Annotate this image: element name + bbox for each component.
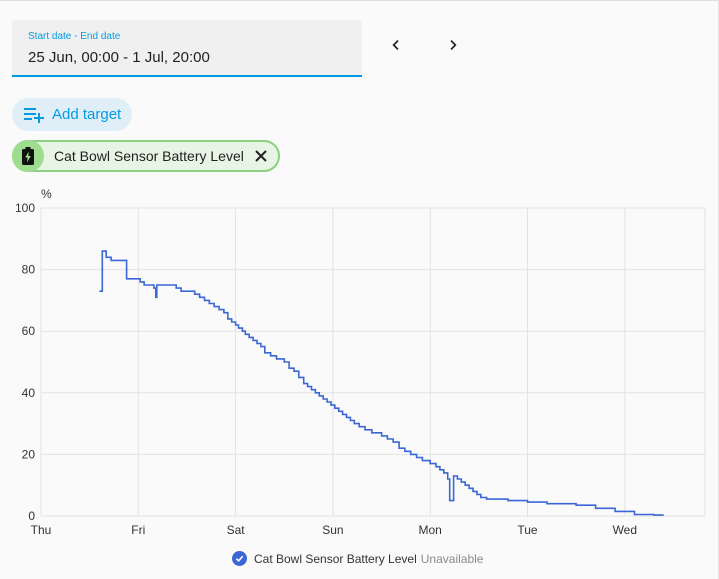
check-circle-icon (232, 551, 247, 566)
y-tick-label: 40 (22, 386, 36, 400)
close-icon (255, 150, 267, 162)
legend-series-name: Cat Bowl Sensor Battery Level (254, 551, 417, 566)
x-tick-label: Sun (322, 523, 343, 537)
y-tick-label: 60 (22, 324, 36, 338)
history-panel: Start date - End date 25 Jun, 00:00 - 1 … (0, 0, 719, 579)
y-tick-label: 100 (15, 201, 35, 215)
battery-charging-icon (12, 140, 44, 172)
add-target-label: Add target (52, 106, 122, 123)
series-line-battery-level (99, 250, 664, 516)
y-tick-label: 20 (22, 447, 36, 461)
next-period-button[interactable] (440, 32, 466, 58)
date-range-value: 25 Jun, 00:00 - 1 Jul, 20:00 (28, 49, 210, 66)
chart-legend-item[interactable]: Cat Bowl Sensor Battery Level Unavailabl… (232, 551, 483, 566)
x-tick-label: Fri (131, 523, 145, 537)
x-tick-label: Mon (419, 523, 442, 537)
battery-history-chart: % 0 20 40 60 80 100 Thu Fri Sat Sun Mon Tue Wed (15, 187, 706, 537)
x-tick-label: Wed (613, 523, 637, 537)
add-target-button[interactable]: Add target (12, 98, 132, 131)
y-tick-label: 80 (22, 263, 36, 277)
y-tick-label: 0 (28, 509, 35, 523)
target-chip[interactable]: Cat Bowl Sensor Battery Level (12, 140, 280, 172)
x-tick-label: Tue (517, 523, 538, 537)
remove-target-button[interactable] (254, 149, 268, 163)
y-axis-unit: % (41, 187, 52, 201)
chevron-right-icon (450, 39, 457, 51)
x-tick-label: Sat (227, 523, 246, 537)
x-tick-label: Thu (31, 523, 52, 537)
date-range-label: Start date - End date (28, 31, 121, 42)
chevron-left-icon (392, 39, 399, 51)
date-range-picker[interactable]: Start date - End date 25 Jun, 00:00 - 1 … (12, 20, 362, 77)
target-chip-label: Cat Bowl Sensor Battery Level (54, 148, 244, 164)
previous-period-button[interactable] (383, 32, 409, 58)
legend-series-state: Unavailable (420, 551, 484, 566)
playlist-plus-icon (24, 107, 44, 123)
